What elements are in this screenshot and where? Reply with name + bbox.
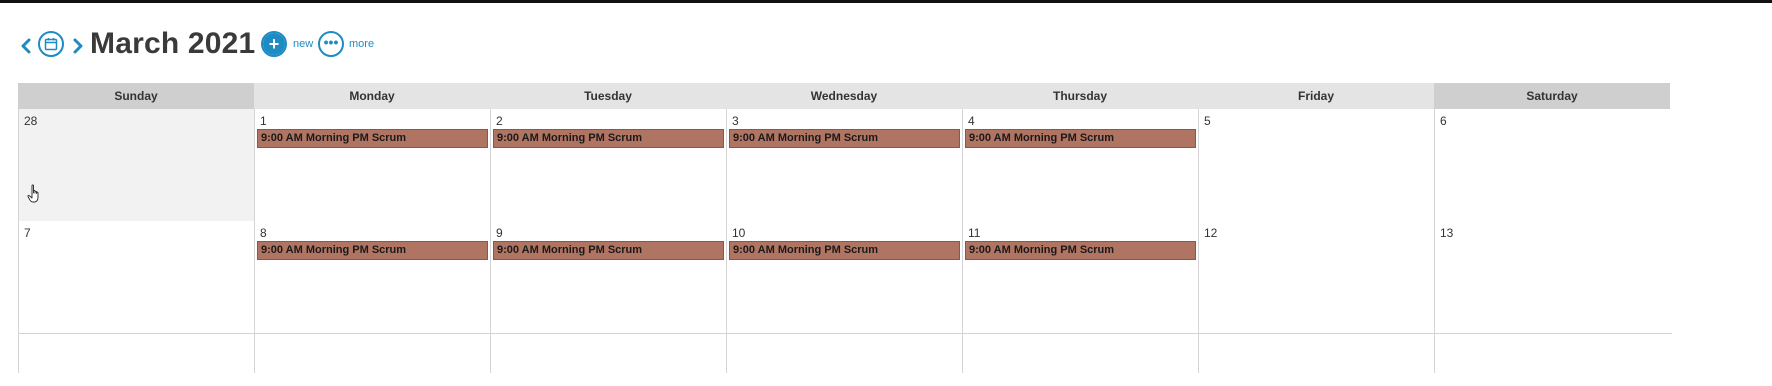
day-number: 8 — [260, 226, 267, 240]
new-label[interactable]: new — [293, 38, 313, 50]
month-title: March 2021 — [90, 27, 256, 60]
week-row: 7 8 9:00 AM Morning PM Scrum 9 9:00 AM M… — [18, 221, 1672, 333]
weekday-header-tuesday: Tuesday — [490, 83, 726, 109]
day-number: 12 — [1204, 226, 1218, 240]
day-number: 6 — [1440, 114, 1447, 128]
day-cell[interactable]: 11 9:00 AM Morning PM Scrum — [962, 221, 1198, 333]
day-cell[interactable]: 3 9:00 AM Morning PM Scrum — [726, 109, 962, 221]
day-number: 10 — [732, 226, 746, 240]
day-number: 2 — [496, 114, 503, 128]
hand-cursor-icon — [27, 184, 39, 203]
weekday-header-thursday: Thursday — [962, 83, 1198, 109]
day-number: 7 — [24, 226, 31, 240]
more-label[interactable]: more — [349, 38, 374, 50]
day-number: 11 — [968, 226, 981, 240]
calendar-toolbar: March 2021 + new ••• more — [18, 26, 618, 66]
calendar-event[interactable]: 9:00 AM Morning PM Scrum — [965, 129, 1196, 148]
day-cell[interactable] — [962, 333, 1198, 373]
week-row: 28 1 9:00 AM Morning PM Scrum 2 9:00 AM … — [18, 109, 1672, 221]
calendar-event[interactable]: 9:00 AM Morning PM Scrum — [257, 241, 488, 260]
window-top-border — [0, 0, 1772, 3]
day-number: 5 — [1204, 114, 1211, 128]
day-cell[interactable] — [726, 333, 962, 373]
calendar-event[interactable]: 9:00 AM Morning PM Scrum — [493, 241, 724, 260]
new-event-button[interactable]: + — [261, 31, 287, 57]
calendar-event[interactable]: 9:00 AM Morning PM Scrum — [257, 129, 488, 148]
chevron-left-icon — [21, 38, 31, 54]
weekday-header-friday: Friday — [1198, 83, 1434, 109]
day-number: 13 — [1440, 226, 1454, 240]
day-number: 3 — [732, 114, 739, 128]
weekday-header-monday: Monday — [254, 83, 490, 109]
day-cell[interactable]: 9 9:00 AM Morning PM Scrum — [490, 221, 726, 333]
plus-icon: + — [263, 33, 285, 55]
day-cell[interactable]: 7 — [18, 221, 254, 333]
day-cell[interactable]: 13 — [1434, 221, 1672, 333]
day-cell[interactable]: 12 — [1198, 221, 1434, 333]
week-row — [18, 333, 1672, 373]
day-number: 28 — [24, 114, 38, 128]
day-cell[interactable] — [1434, 333, 1672, 373]
day-cell[interactable] — [1198, 333, 1434, 373]
day-cell[interactable]: 8 9:00 AM Morning PM Scrum — [254, 221, 490, 333]
day-cell[interactable]: 6 — [1434, 109, 1672, 221]
chevron-right-icon — [73, 38, 83, 54]
day-cell[interactable] — [254, 333, 490, 373]
day-cell[interactable] — [490, 333, 726, 373]
calendar-event[interactable]: 9:00 AM Morning PM Scrum — [493, 129, 724, 148]
day-cell[interactable]: 4 9:00 AM Morning PM Scrum — [962, 109, 1198, 221]
previous-month-button[interactable] — [20, 37, 32, 55]
ellipsis-icon: ••• — [323, 34, 339, 50]
day-cell[interactable]: 1 9:00 AM Morning PM Scrum — [254, 109, 490, 221]
weekday-header-wednesday: Wednesday — [726, 83, 962, 109]
weekday-header-sunday: Sunday — [18, 83, 254, 109]
weekday-header-saturday: Saturday — [1434, 83, 1670, 109]
day-cell[interactable]: 28 — [18, 109, 254, 221]
day-number: 4 — [968, 114, 975, 128]
calendar-event[interactable]: 9:00 AM Morning PM Scrum — [965, 241, 1196, 260]
next-month-button[interactable] — [72, 37, 84, 55]
day-cell[interactable]: 5 — [1198, 109, 1434, 221]
day-number: 9 — [496, 226, 503, 240]
more-button[interactable]: ••• — [318, 31, 344, 57]
day-cell[interactable]: 10 9:00 AM Morning PM Scrum — [726, 221, 962, 333]
calendar-icon — [44, 38, 58, 51]
weekday-header-row: Sunday Monday Tuesday Wednesday Thursday… — [18, 83, 1672, 109]
calendar-event[interactable]: 9:00 AM Morning PM Scrum — [729, 241, 960, 260]
day-cell[interactable] — [18, 333, 254, 373]
go-to-today-button[interactable] — [38, 31, 64, 57]
day-cell[interactable]: 2 9:00 AM Morning PM Scrum — [490, 109, 726, 221]
calendar-event[interactable]: 9:00 AM Morning PM Scrum — [729, 129, 960, 148]
day-number: 1 — [260, 114, 267, 128]
